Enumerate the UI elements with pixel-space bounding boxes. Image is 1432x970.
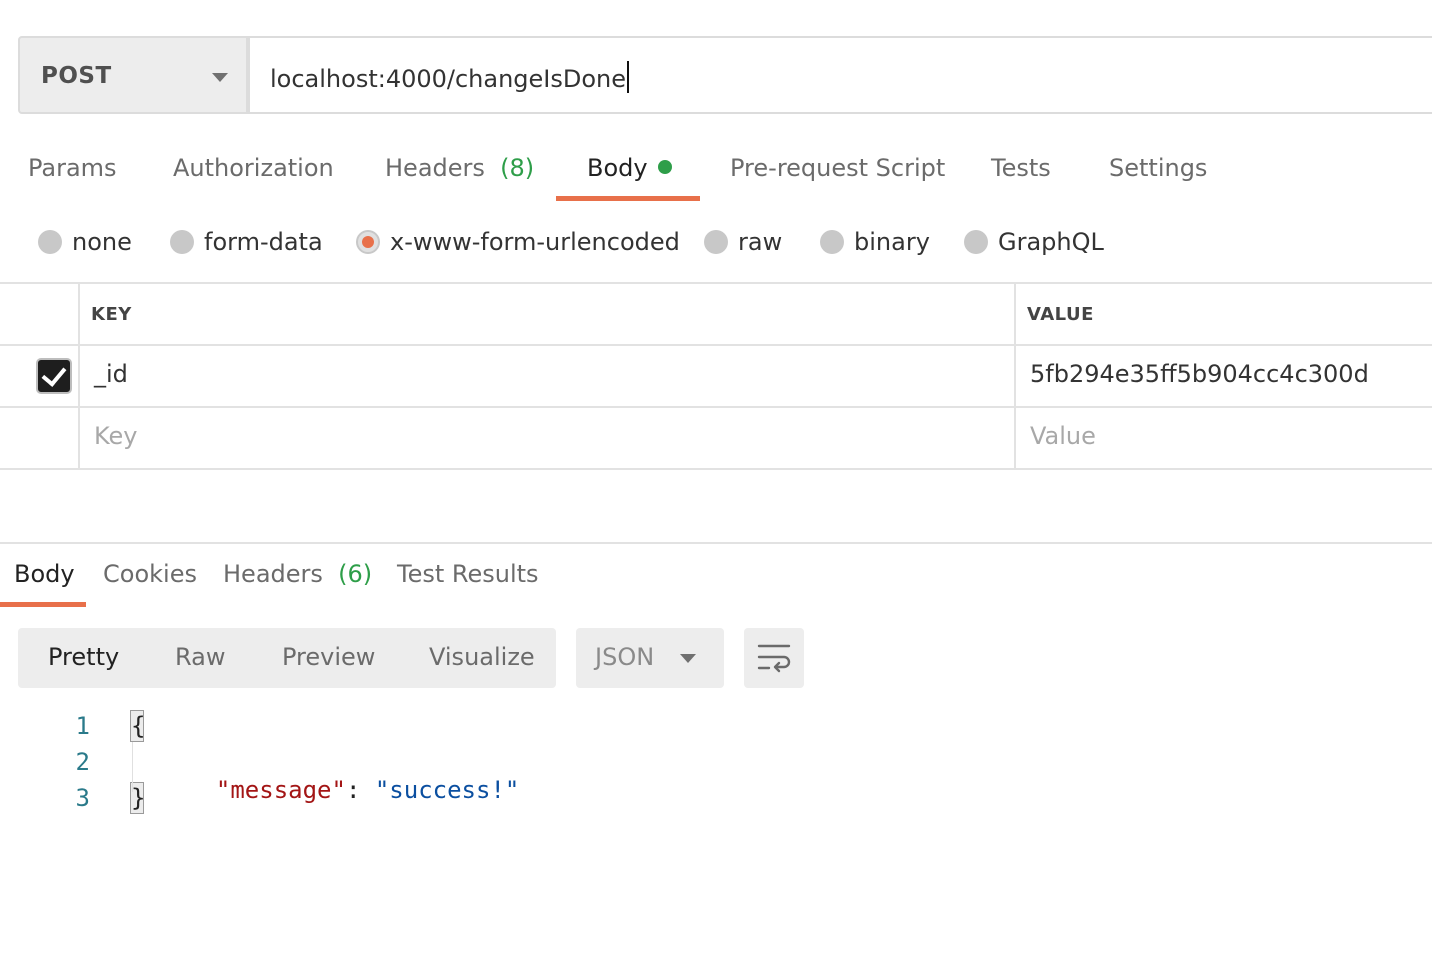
modified-dot-icon xyxy=(657,160,672,174)
chevron-down-icon xyxy=(680,654,696,663)
active-tab-indicator xyxy=(556,196,700,201)
radio-icon xyxy=(38,230,62,254)
line-number: 2 xyxy=(75,748,90,776)
body-type-none[interactable]: none xyxy=(38,228,132,256)
text-cursor xyxy=(627,61,630,93)
chevron-down-icon xyxy=(212,73,228,82)
radio-selected-icon xyxy=(356,230,380,254)
tab-label: Settings xyxy=(1109,154,1208,182)
method-label: POST xyxy=(41,63,112,89)
radio-label: raw xyxy=(738,228,783,256)
active-tab-indicator xyxy=(0,602,86,607)
tab-label: Test Results xyxy=(397,560,539,588)
response-tab-cookies[interactable]: Cookies xyxy=(103,560,197,588)
response-tab-body[interactable]: Body xyxy=(14,560,75,588)
tab-label: Body xyxy=(587,154,648,182)
view-pretty-button[interactable]: Pretty xyxy=(48,643,119,671)
format-select[interactable]: JSON xyxy=(576,628,724,688)
tab-headers[interactable]: Headers (8) xyxy=(385,154,534,182)
json-colon: : xyxy=(345,776,375,804)
json-string-value: "success!" xyxy=(374,776,520,804)
json-open-brace: { xyxy=(131,712,146,740)
url-text: localhost:4000/changeIsDone xyxy=(270,65,627,93)
tab-body[interactable]: Body xyxy=(587,154,672,182)
line-number: 3 xyxy=(75,784,90,812)
row-enabled-checkbox[interactable] xyxy=(36,358,72,394)
tab-label: Authorization xyxy=(173,154,334,182)
radio-icon xyxy=(170,230,194,254)
radio-label: GraphQL xyxy=(998,228,1104,256)
format-label: JSON xyxy=(595,643,655,671)
body-type-raw[interactable]: raw xyxy=(704,228,782,256)
tab-authorization[interactable]: Authorization xyxy=(173,154,334,182)
tab-label: Tests xyxy=(991,154,1051,182)
json-close-brace: } xyxy=(131,784,146,812)
tab-settings[interactable]: Settings xyxy=(1109,154,1207,182)
table-border xyxy=(0,344,1432,346)
radio-icon xyxy=(704,230,728,254)
new-key-input[interactable]: Key xyxy=(94,422,138,450)
radio-icon xyxy=(964,230,988,254)
view-visualize-button[interactable]: Visualize xyxy=(429,643,535,671)
tab-label: Cookies xyxy=(103,560,197,588)
table-column-divider xyxy=(78,282,80,470)
view-mode-switcher: Pretty Raw Preview Visualize xyxy=(18,628,556,688)
method-select[interactable]: POST xyxy=(18,36,248,114)
view-raw-button[interactable]: Raw xyxy=(175,643,225,671)
tab-label: Params xyxy=(28,154,117,182)
tab-label: Pre-request Script xyxy=(730,154,946,182)
line-number: 1 xyxy=(75,712,90,740)
wrap-lines-button[interactable] xyxy=(744,628,804,688)
tab-tests[interactable]: Tests xyxy=(991,154,1051,182)
wrap-lines-icon xyxy=(757,644,791,673)
table-column-divider xyxy=(1014,282,1016,470)
tab-params[interactable]: Params xyxy=(28,154,117,182)
json-key: "message" xyxy=(215,776,346,804)
param-value-cell[interactable]: 5fb294e35ff5b904cc4c300d xyxy=(1030,360,1369,388)
json-line: "message": "success!" xyxy=(187,748,519,804)
table-border xyxy=(0,468,1432,470)
param-key-cell[interactable]: _id xyxy=(94,360,128,388)
response-divider xyxy=(0,542,1432,544)
radio-label: form-data xyxy=(204,228,323,256)
tab-label: Headers xyxy=(223,560,323,588)
body-type-form-data[interactable]: form-data xyxy=(170,228,323,256)
headers-count-badge: (8) xyxy=(500,154,535,182)
tab-label: Body xyxy=(14,560,75,588)
body-type-binary[interactable]: binary xyxy=(820,228,930,256)
body-type-graphql[interactable]: GraphQL xyxy=(964,228,1104,256)
url-input[interactable]: localhost:4000/changeIsDone xyxy=(248,36,1432,114)
table-border xyxy=(0,406,1432,408)
column-header-value: VALUE xyxy=(1027,304,1094,325)
view-preview-button[interactable]: Preview xyxy=(282,643,375,671)
radio-label: none xyxy=(72,228,132,256)
headers-count-badge: (6) xyxy=(338,560,373,588)
radio-label: binary xyxy=(854,228,930,256)
column-header-key: KEY xyxy=(91,304,132,325)
tab-label: Headers xyxy=(385,154,485,182)
radio-label: x-www-form-urlencoded xyxy=(390,228,680,256)
response-tab-headers[interactable]: Headers (6) xyxy=(223,560,372,588)
table-border xyxy=(0,282,1432,284)
response-tab-test-results[interactable]: Test Results xyxy=(397,560,539,588)
body-type-urlencoded[interactable]: x-www-form-urlencoded xyxy=(356,228,680,256)
new-value-input[interactable]: Value xyxy=(1030,422,1096,450)
radio-icon xyxy=(820,230,844,254)
tab-pre-request-script[interactable]: Pre-request Script xyxy=(730,154,945,182)
